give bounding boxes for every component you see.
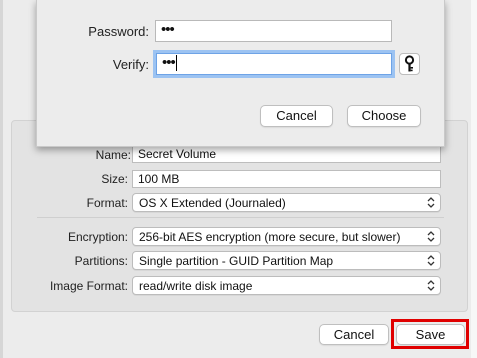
- encryption-popup-value: 256-bit AES encryption (more secure, but…: [139, 230, 401, 244]
- password-field[interactable]: •••: [155, 20, 392, 42]
- password-label: Password:: [88, 24, 149, 39]
- divider: [37, 217, 444, 218]
- password-sheet: Password: ••• Verify: ••• Cancel Choose: [36, 0, 445, 147]
- verify-label: Verify:: [112, 57, 149, 72]
- name-label: Name:: [95, 148, 131, 162]
- key-icon: [404, 55, 415, 72]
- updown-chevron-icon: [427, 231, 435, 242]
- size-field[interactable]: 100 MB: [132, 170, 441, 188]
- choose-button[interactable]: Choose: [347, 105, 421, 127]
- partitions-label: Partitions:: [74, 254, 128, 268]
- text-caret: [175, 55, 177, 72]
- sheet-cancel-button[interactable]: Cancel: [260, 105, 333, 127]
- password-assistant-button[interactable]: [399, 53, 420, 75]
- format-popup-value: OS X Extended (Journaled): [139, 196, 286, 210]
- partitions-popup-value: Single partition - GUID Partition Map: [139, 254, 334, 268]
- name-field[interactable]: Secret Volume: [132, 145, 441, 163]
- verify-field-value: •••: [162, 54, 176, 71]
- image-format-popup-value: read/write disk image: [139, 279, 253, 293]
- updown-chevron-icon: [427, 255, 435, 266]
- updown-chevron-icon: [427, 280, 435, 291]
- image-format-popup[interactable]: read/write disk image: [132, 276, 441, 295]
- partitions-popup[interactable]: Single partition - GUID Partition Map: [132, 251, 441, 270]
- cancel-button[interactable]: Cancel: [319, 324, 389, 345]
- format-popup[interactable]: OS X Extended (Journaled): [132, 193, 441, 212]
- format-label: Format:: [86, 196, 128, 210]
- image-format-label: Image Format:: [49, 279, 128, 293]
- save-button-highlight: [391, 319, 469, 349]
- updown-chevron-icon: [427, 197, 435, 208]
- size-label: Size:: [101, 172, 128, 186]
- encryption-label: Encryption:: [67, 230, 128, 244]
- verify-field[interactable]: •••: [156, 53, 392, 75]
- encryption-popup[interactable]: 256-bit AES encryption (more secure, but…: [132, 227, 441, 246]
- background-window-edge-right: [470, 0, 477, 358]
